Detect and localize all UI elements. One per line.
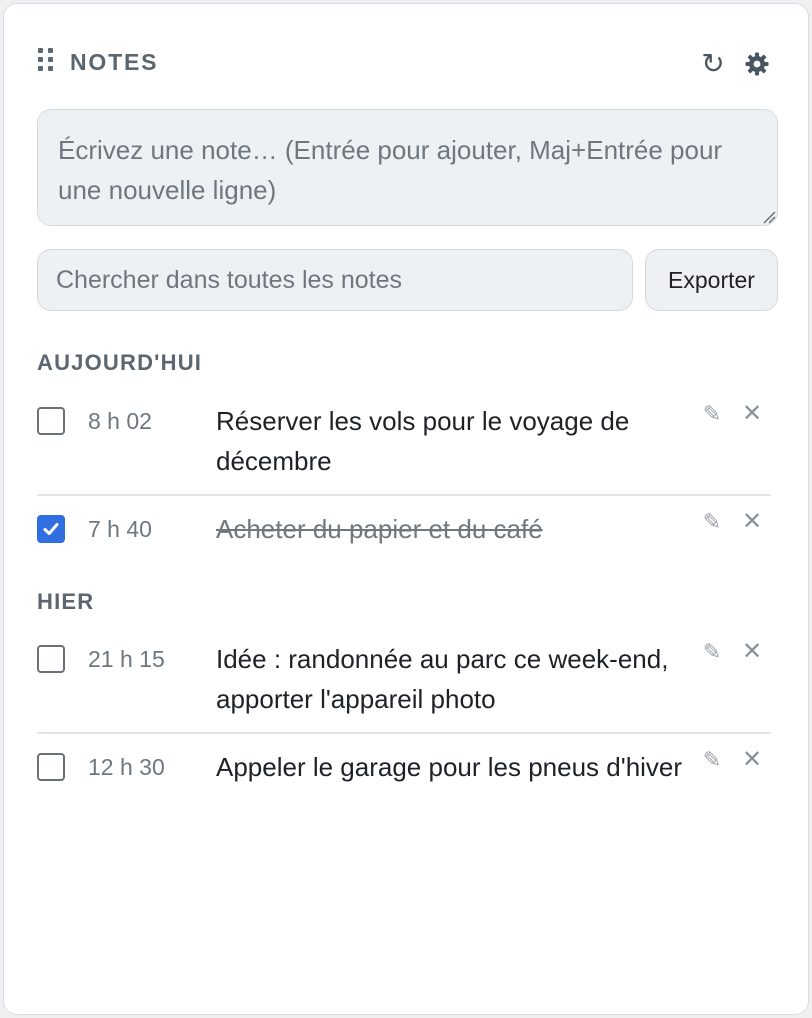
note-input[interactable] bbox=[37, 109, 778, 226]
pencil-icon[interactable]: ✎ bbox=[699, 745, 725, 775]
group-label-yesterday: HIER bbox=[37, 589, 95, 614]
note-checkbox[interactable] bbox=[37, 645, 65, 673]
notes-widget: NOTES ↻ Ex bbox=[3, 3, 809, 1015]
note-time: 21 h 15 bbox=[88, 646, 165, 672]
drag-handle-icon[interactable] bbox=[37, 47, 55, 73]
gear-icon[interactable] bbox=[741, 48, 773, 80]
note-text: Idée : randonnée au parc ce week-end, ap… bbox=[216, 644, 669, 714]
refresh-icon[interactable]: ↻ bbox=[697, 48, 729, 80]
close-icon[interactable]: ✕ bbox=[739, 507, 765, 537]
note-row: 8 h 02 Réserver les vols pour le voyage … bbox=[37, 400, 771, 496]
close-icon[interactable]: ✕ bbox=[739, 637, 765, 667]
note-row: 7 h 40 Acheter du papier et du café ✎ ✕ bbox=[37, 508, 771, 555]
resize-grip-icon[interactable] bbox=[762, 210, 776, 224]
group-label-today: AUJOURD'HUI bbox=[37, 350, 203, 375]
note-time: 8 h 02 bbox=[88, 408, 152, 434]
note-text: Réserver les vols pour le voyage de déce… bbox=[216, 406, 630, 476]
note-checkbox[interactable] bbox=[37, 753, 65, 781]
note-checkbox-checked[interactable] bbox=[37, 515, 65, 543]
widget-header: NOTES ↻ bbox=[37, 44, 778, 84]
pencil-icon[interactable]: ✎ bbox=[699, 507, 725, 537]
export-button[interactable]: Exporter bbox=[645, 249, 778, 311]
search-input[interactable] bbox=[37, 249, 633, 311]
note-time: 12 h 30 bbox=[88, 754, 165, 780]
pencil-icon[interactable]: ✎ bbox=[699, 637, 725, 667]
widget-title: NOTES bbox=[70, 49, 159, 75]
note-row: 21 h 15 Idée : randonnée au parc ce week… bbox=[37, 638, 771, 734]
close-icon[interactable]: ✕ bbox=[739, 399, 765, 429]
pencil-icon[interactable]: ✎ bbox=[699, 399, 725, 429]
note-row: 12 h 30 Appeler le garage pour les pneus… bbox=[37, 746, 771, 833]
note-checkbox[interactable] bbox=[37, 407, 65, 435]
note-text: Acheter du papier et du café bbox=[216, 514, 543, 544]
note-text: Appeler le garage pour les pneus d'hiver bbox=[216, 752, 683, 782]
note-time: 7 h 40 bbox=[88, 516, 152, 542]
close-icon[interactable]: ✕ bbox=[739, 745, 765, 775]
